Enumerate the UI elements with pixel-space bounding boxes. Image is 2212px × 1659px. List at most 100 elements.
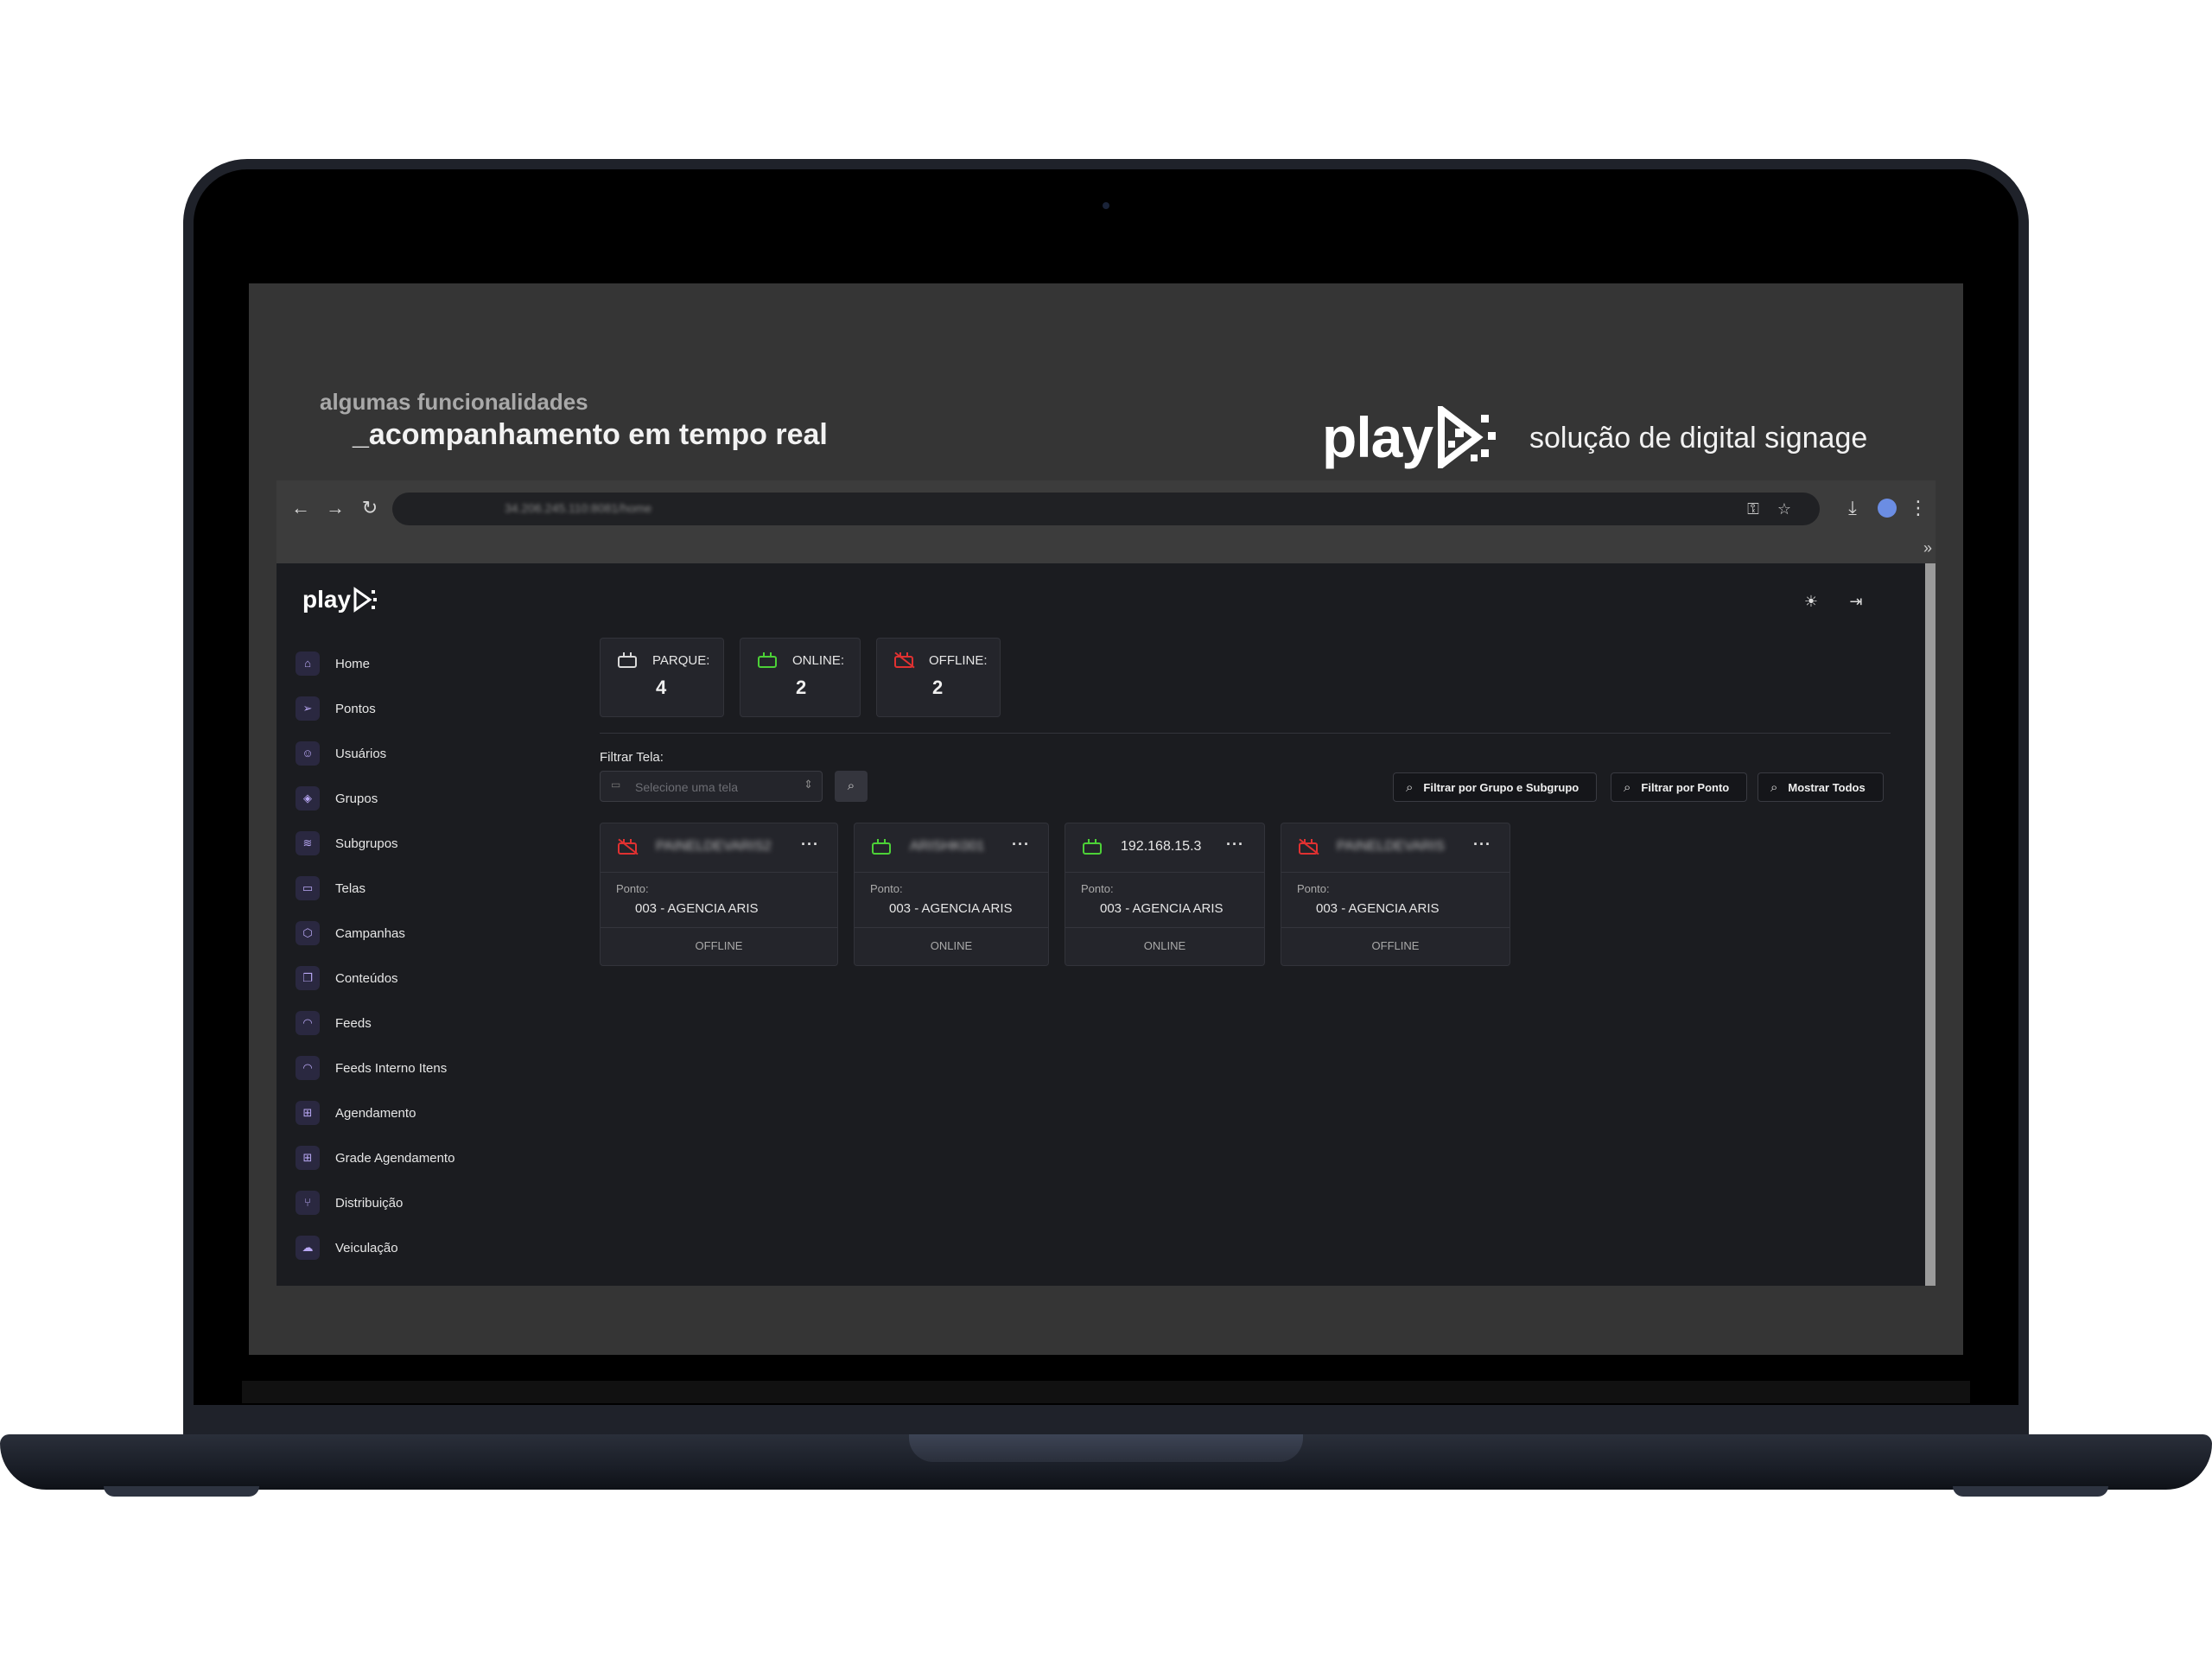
sidebar-item-label: Distribuição	[335, 1195, 404, 1211]
stat-value: 2	[796, 677, 807, 698]
send-icon: ➢	[296, 696, 320, 721]
tv-offline-icon	[618, 838, 639, 855]
bezel-bottom	[242, 1381, 1970, 1403]
sidebar-item-label: Campanhas	[335, 925, 405, 941]
stat-online: ONLINE: 2	[740, 638, 861, 717]
screen-name: 192.168.15.3	[1121, 839, 1202, 854]
search-icon: ⌕	[847, 779, 855, 793]
promo-title: _acompanhamento em tempo real	[353, 418, 828, 451]
address-text: 34.206.245.110:8081/home	[505, 501, 652, 515]
stack-icon: ≋	[296, 831, 320, 855]
promo-subtitle: algumas funcionalidades	[320, 389, 588, 415]
rss-icon: ◠	[296, 1056, 320, 1080]
sidebar-item-label: Grade Agendamento	[335, 1150, 455, 1166]
sidebar-item-grade-agendamento[interactable]: ⊞ Grade Agendamento	[296, 1135, 555, 1180]
theme-toggle-icon[interactable]: ☀	[1799, 589, 1823, 613]
logout-icon[interactable]: ⇥	[1844, 589, 1868, 613]
button-label: Mostrar Todos	[1788, 780, 1866, 794]
stat-label: OFFLINE:	[929, 652, 988, 668]
sidebar-item-distribuicao[interactable]: ⑂ Distribuição	[296, 1180, 555, 1225]
menu-dots-icon[interactable]: ⋮	[1906, 496, 1930, 520]
sidebar-item-pontos[interactable]: ➢ Pontos	[296, 686, 555, 731]
screen-card[interactable]: 192.168.15.3 ··· Ponto: 003 - AGENCIA AR…	[1065, 823, 1265, 966]
screen-card[interactable]: PAINELDEVARIS2 ··· Ponto: 003 - AGENCIA …	[600, 823, 838, 966]
sidebar-item-veiculacao[interactable]: ☁ Veiculação	[296, 1225, 555, 1270]
grid-plus-icon: ⊞	[296, 1146, 320, 1170]
sidebar-item-feeds-interno-itens[interactable]: ◠ Feeds Interno Itens	[296, 1046, 555, 1090]
button-label: Filtrar por Grupo e Subgrupo	[1423, 780, 1580, 794]
screen-select[interactable]: ▭ Selecione uma tela ⇕	[600, 771, 823, 802]
screen-name: ARISHK001	[910, 839, 985, 854]
ponto-label: Ponto:	[616, 882, 649, 895]
tv-online-icon	[1083, 839, 1102, 855]
back-icon[interactable]: ←	[289, 496, 313, 520]
sidebar-item-campanhas[interactable]: ⬡ Campanhas	[296, 911, 555, 956]
users-icon: ☺	[296, 741, 320, 766]
filter-ponto-button[interactable]: ⌕ Filtrar por Ponto	[1611, 772, 1747, 802]
show-all-button[interactable]: ⌕ Mostrar Todos	[1758, 772, 1884, 802]
sidebar-item-usuarios[interactable]: ☺ Usuários	[296, 731, 555, 776]
more-options-icon[interactable]: ···	[1473, 836, 1491, 854]
forward-icon[interactable]: →	[323, 496, 347, 520]
sidebar-item-agendamento[interactable]: ⊞ Agendamento	[296, 1090, 555, 1135]
tv-icon	[618, 652, 637, 668]
stat-label: PARQUE:	[652, 652, 710, 668]
play-logo: play	[1322, 404, 1498, 470]
sidebar-item-label: Conteúdos	[335, 970, 398, 986]
search-button[interactable]: ⌕	[835, 771, 868, 802]
play-logo-icon	[1438, 406, 1497, 468]
stat-value: 4	[656, 677, 667, 698]
stat-value: 2	[932, 677, 944, 698]
profile-avatar[interactable]	[1875, 496, 1899, 520]
branch-icon: ⑂	[296, 1191, 320, 1215]
search-icon: ⌕	[1770, 779, 1778, 795]
laptop-foot-left	[104, 1486, 259, 1497]
cloud-upload-icon: ☁	[296, 1236, 320, 1260]
ponto-value: 003 - AGENCIA ARIS	[1100, 901, 1224, 916]
tv-offline-icon	[894, 652, 915, 669]
search-icon: ⌕	[1406, 779, 1414, 795]
reload-icon[interactable]: ↻	[358, 496, 382, 520]
address-bar[interactable]: 34.206.245.110:8081/home ⚿ ☆	[392, 493, 1820, 525]
screen-name: PAINELDEVARIS	[1337, 839, 1445, 854]
copy-icon: ❐	[296, 966, 320, 990]
more-options-icon[interactable]: ···	[1012, 836, 1030, 854]
search-icon: ⌕	[1624, 779, 1631, 795]
sidebar-item-label: Telas	[335, 880, 366, 896]
sidebar-item-subgrupos[interactable]: ≋ Subgrupos	[296, 821, 555, 866]
scrollbar[interactable]	[1925, 563, 1936, 1286]
stat-offline: OFFLINE: 2	[876, 638, 1001, 717]
filter-group-subgroup-button[interactable]: ⌕ Filtrar por Grupo e Subgrupo	[1393, 772, 1597, 802]
ponto-value: 003 - AGENCIA ARIS	[635, 901, 759, 916]
promo-banner: algumas funcionalidades _acompanhamento …	[276, 353, 1936, 491]
sidebar-item-grupos[interactable]: ◈ Grupos	[296, 776, 555, 821]
status-badge: ONLINE	[1143, 939, 1186, 952]
tv-icon: ▭	[296, 876, 320, 900]
screen-card[interactable]: PAINELDEVARIS ··· Ponto: 003 - AGENCIA A…	[1281, 823, 1510, 966]
screen: algumas funcionalidades _acompanhamento …	[249, 283, 1963, 1355]
more-options-icon[interactable]: ···	[1226, 836, 1244, 854]
webcam	[1103, 202, 1109, 209]
sidebar-item-telas[interactable]: ▭ Telas	[296, 866, 555, 911]
app-logo: play	[302, 586, 378, 613]
download-icon[interactable]: ⤓	[1840, 496, 1865, 520]
screen-card[interactable]: ARISHK001 ··· Ponto: 003 - AGENCIA ARIS …	[854, 823, 1049, 966]
laptop-opening-notch	[909, 1434, 1303, 1462]
tv-icon: ▭	[611, 779, 621, 791]
sidebar-item-home[interactable]: ⌂ Home	[296, 641, 555, 686]
ponto-value: 003 - AGENCIA ARIS	[1316, 901, 1440, 916]
tv-online-icon	[758, 652, 777, 668]
key-icon[interactable]: ⚿	[1740, 496, 1766, 522]
button-label: Filtrar por Ponto	[1641, 780, 1730, 794]
more-options-icon[interactable]: ···	[801, 836, 819, 854]
star-icon[interactable]: ☆	[1771, 496, 1797, 522]
sidebar-item-feeds[interactable]: ◠ Feeds	[296, 1001, 555, 1046]
app-logo-icon	[353, 587, 378, 613]
chevron-updown-icon: ⇕	[804, 778, 813, 791]
play-logo-text: play	[1322, 405, 1433, 469]
status-badge: OFFLINE	[1371, 939, 1420, 952]
sidebar-item-label: Pontos	[335, 701, 376, 716]
bookmarks-more[interactable]: »	[1923, 539, 1932, 557]
sidebar-item-conteudos[interactable]: ❐ Conteúdos	[296, 956, 555, 1001]
tv-offline-icon	[1299, 838, 1319, 855]
